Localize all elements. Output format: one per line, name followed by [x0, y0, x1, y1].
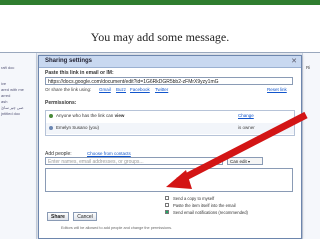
right-edge-text: Ri: [306, 65, 311, 70]
share-link-field[interactable]: https://docs.google.com/document/edit?id…: [45, 77, 293, 85]
slide-title: You may add some message.: [90, 30, 230, 44]
choose-contacts-link[interactable]: Choose from contacts: [87, 151, 131, 156]
permission-row: Emelyn Susano (you) is owner: [46, 123, 294, 134]
screenshot-frame: raft doc ive ared with me arred ash صى چ…: [0, 52, 320, 239]
paste-item-checkbox[interactable]: [165, 203, 169, 207]
share-twitter-link[interactable]: Twitter: [155, 87, 168, 92]
share-facebook-link[interactable]: Facebook: [130, 87, 150, 92]
cancel-button[interactable]: Cancel: [73, 212, 97, 221]
share-via-text: Or share the link using:: [45, 87, 92, 92]
globe-icon: [49, 114, 53, 118]
permission-row: Anyone who has the link can view Change: [46, 111, 294, 122]
permissions-list: Anyone who has the link can view Change …: [45, 110, 295, 136]
left-item[interactable]: jntitled doc: [1, 111, 20, 116]
link-label: Paste this link in email or IM:: [45, 70, 114, 76]
left-item[interactable]: ash: [1, 99, 7, 104]
role-select-value: Can edit: [230, 159, 247, 164]
dialog-title: Sharing settings: [45, 58, 93, 64]
close-icon[interactable]: ✕: [291, 57, 297, 65]
role-select[interactable]: Can edit ▾: [227, 157, 263, 165]
left-item[interactable]: ive: [1, 81, 6, 86]
permission-who: Emelyn Susano (you): [56, 125, 100, 130]
email-notifications-label: Send email notifications (recommended): [173, 210, 248, 215]
permissions-label: Permissions:: [45, 100, 77, 106]
left-item[interactable]: صى چير سائ: [1, 105, 24, 110]
share-buzz-link[interactable]: Buzz: [116, 87, 126, 92]
reset-link[interactable]: Reset link: [267, 87, 287, 92]
permission-role: is owner: [238, 125, 255, 130]
message-textarea[interactable]: [45, 168, 293, 192]
docs-left-panel: raft doc ive ared with me arred ash صى چ…: [0, 53, 37, 239]
person-icon: [49, 126, 53, 130]
slide-top-band: [0, 0, 320, 5]
send-copy-label: Send a copy to myself: [173, 196, 215, 201]
chevron-down-icon: ▾: [248, 159, 251, 164]
add-people-input[interactable]: Enter names, email addresses, or groups.…: [45, 157, 223, 165]
docs-right-edge: Ri: [302, 53, 320, 239]
dialog-footer-note: Editors will be allowed to add people an…: [61, 226, 173, 230]
permission-who: Anyone who has the link can: [56, 113, 114, 118]
email-notifications-checkbox[interactable]: [165, 210, 169, 214]
dialog-header: Sharing settings ✕: [39, 56, 301, 68]
left-item[interactable]: arred: [1, 93, 10, 98]
paste-item-label: Paste the item itself into the email: [173, 203, 236, 208]
share-gmail-link[interactable]: Gmail: [99, 87, 111, 92]
permission-access: view: [114, 113, 125, 118]
share-button[interactable]: Share: [47, 212, 69, 221]
left-item[interactable]: raft doc: [1, 65, 14, 70]
change-permission-link[interactable]: Change: [238, 113, 254, 118]
left-item[interactable]: ared with me: [1, 87, 24, 92]
send-copy-checkbox[interactable]: [165, 196, 169, 200]
sharing-settings-dialog: Sharing settings ✕ Paste this link in em…: [38, 55, 302, 239]
